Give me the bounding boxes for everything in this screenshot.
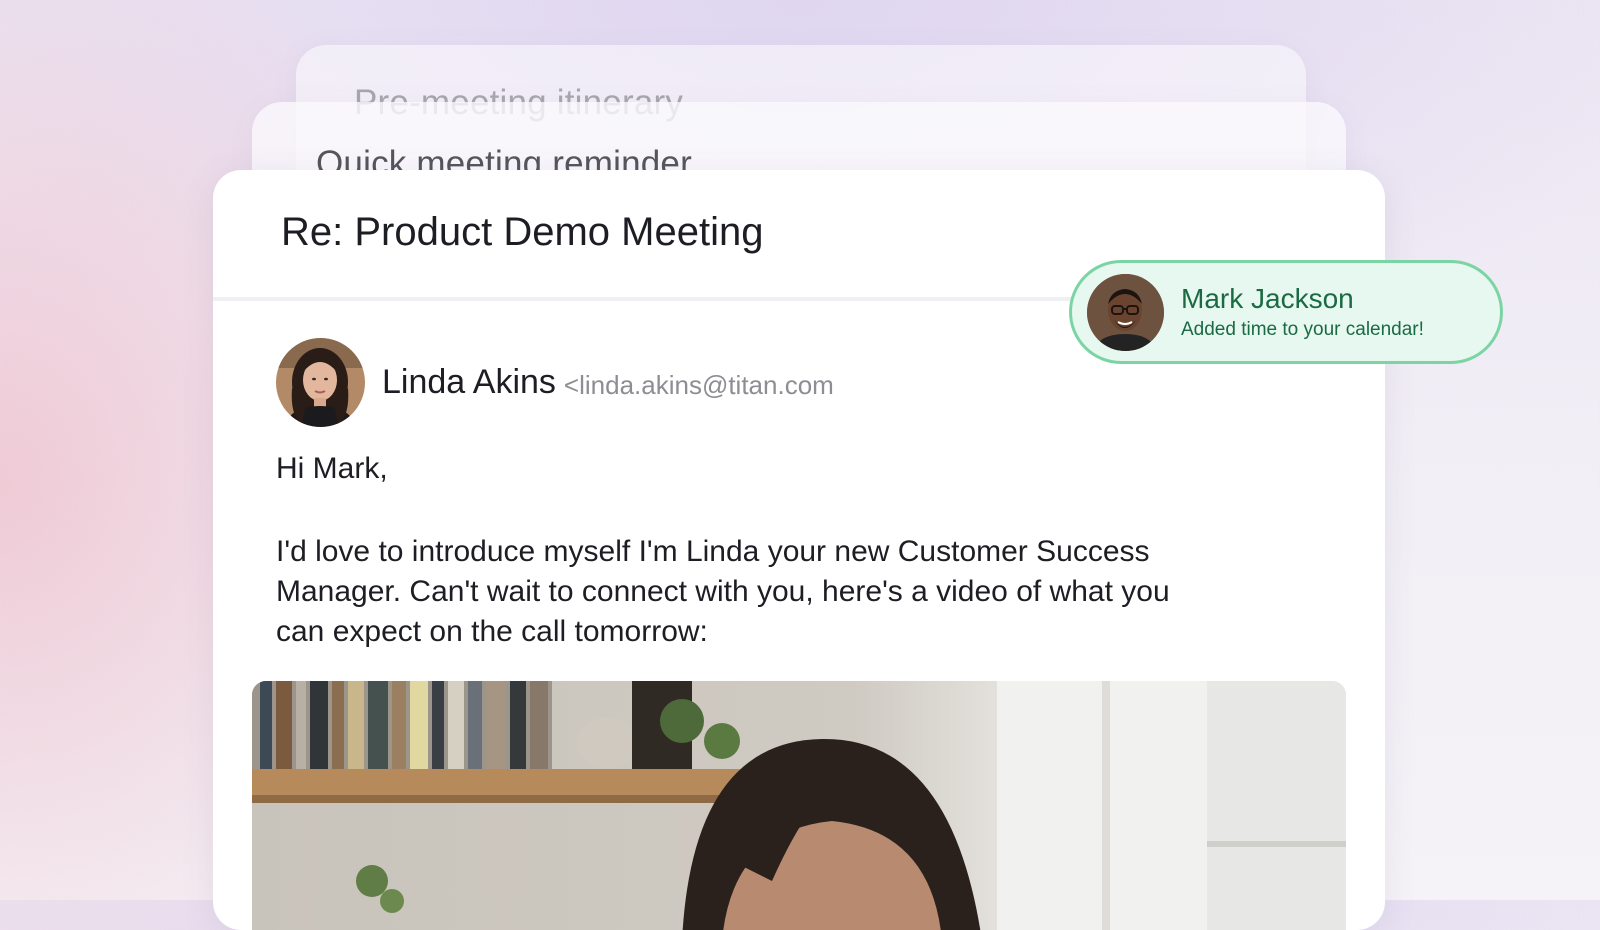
- email-body-line: I'd love to introduce myself I'm Linda y…: [276, 535, 1150, 568]
- man-portrait-icon: [1087, 273, 1164, 351]
- video-thumbnail[interactable]: [252, 681, 1346, 930]
- notification-name: Mark Jackson: [1181, 283, 1354, 314]
- sender-name: Linda Akins: [382, 363, 556, 401]
- sender-avatar[interactable]: [276, 338, 365, 427]
- sender-email[interactable]: <linda.akins@titan.com: [564, 370, 834, 401]
- woman-portrait-icon: [276, 338, 365, 427]
- notification-avatar: [1087, 273, 1164, 351]
- email-greeting: Hi Mark,: [276, 452, 388, 485]
- email-body-line: Manager. Can't wait to connect with you,…: [276, 575, 1170, 608]
- email-subject: Re: Product Demo Meeting: [281, 210, 764, 254]
- notification-message: Added time to your calendar!: [1181, 319, 1424, 340]
- sender-row: Linda Akins <linda.akins@titan.com: [276, 338, 834, 427]
- email-body: I'd love to introduce myself I'm Linda y…: [276, 532, 1306, 652]
- calendar-notification[interactable]: Mark Jackson Added time to your calendar…: [1069, 260, 1503, 364]
- notification-text: Mark Jackson Added time to your calendar…: [1181, 283, 1424, 341]
- video-thumbnail-icon: [252, 681, 1346, 930]
- email-body-line: can expect on the call tomorrow:: [276, 615, 708, 648]
